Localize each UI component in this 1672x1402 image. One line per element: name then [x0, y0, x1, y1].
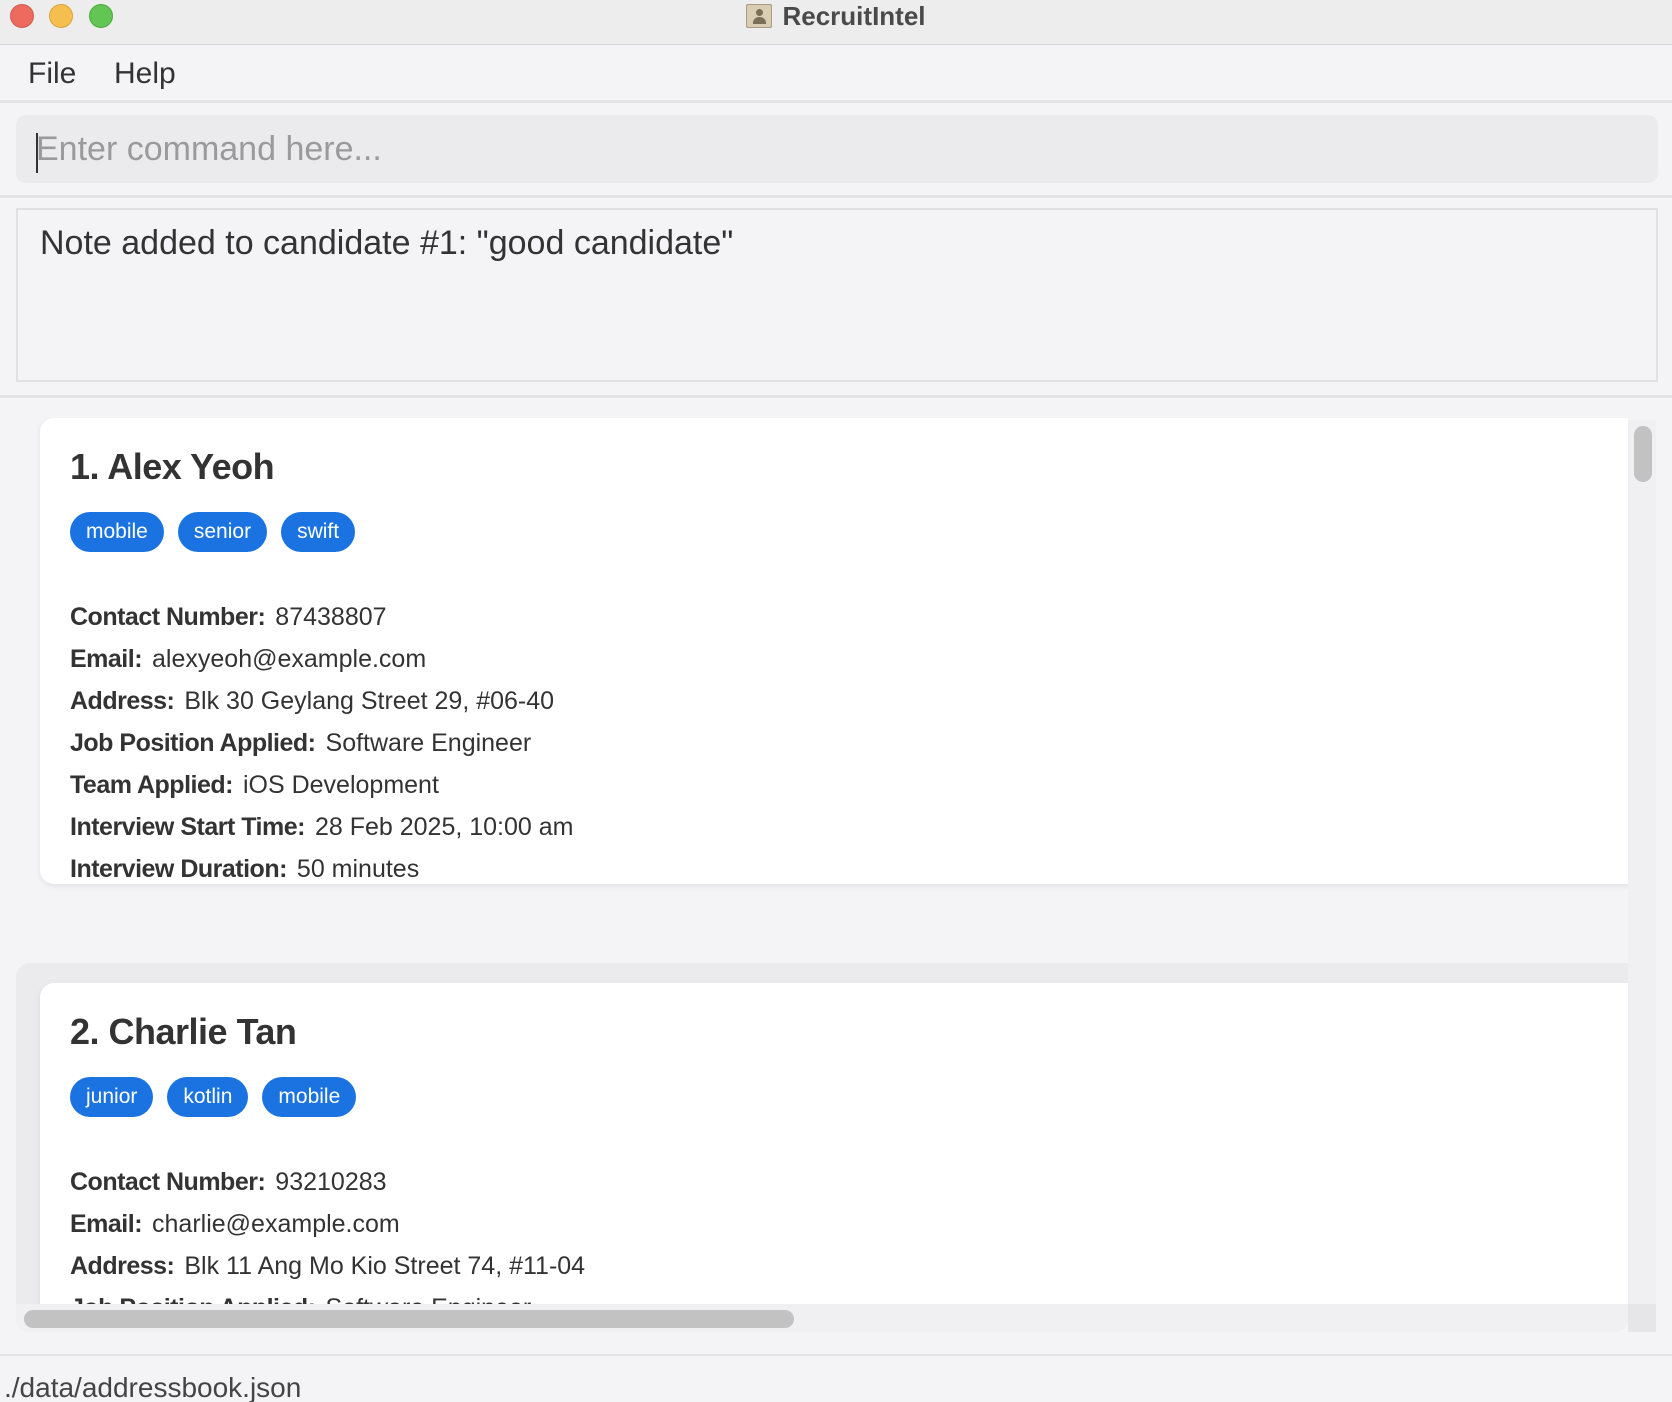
field-label: Email:: [70, 645, 143, 673]
contact-number-field: Contact Number: 87438807: [70, 596, 1610, 638]
field-value: alexyeoh@example.com: [152, 645, 427, 673]
field-value: Blk 30 Geylang Street 29, #06-40: [184, 687, 555, 715]
command-input[interactable]: [16, 115, 1658, 183]
email-field: Email: alexyeoh@example.com: [70, 638, 1610, 680]
field-label: Team Applied:: [70, 771, 233, 799]
contact-number-field: Contact Number: 93210283: [70, 1161, 1610, 1203]
tag: junior: [70, 1077, 154, 1117]
data-file-path: ./data/addressbook.json: [4, 1372, 302, 1402]
field-value: Software Engineer: [326, 1294, 532, 1304]
email-field: Email: charlie@example.com: [70, 1203, 1610, 1245]
horizontal-scrollbar-thumb[interactable]: [24, 1310, 794, 1328]
vertical-scrollbar[interactable]: [1628, 420, 1656, 1332]
tag: mobile: [70, 512, 164, 552]
result-text-area[interactable]: Note added to candidate #1: "good candid…: [16, 208, 1658, 382]
app-window: RecruitIntel File Help Note added to can…: [0, 0, 1672, 1402]
interview-duration-field: Interview Duration: 50 minutes: [70, 848, 1610, 890]
field-value: 93210283: [275, 1168, 387, 1196]
candidate-details: Contact Number: 93210283 Email: charlie@ex…: [70, 1161, 1610, 1304]
tag-list: mobile senior swift: [70, 512, 1610, 552]
field-label: Contact Number:: [70, 603, 266, 631]
result-message: Note added to candidate #1: "good candid…: [40, 224, 734, 262]
list-item[interactable]: 2. Charlie Tan junior kotlin mobile Cont…: [16, 963, 1628, 1304]
candidate-list[interactable]: 1. Alex Yeoh mobile senior swift Contact…: [16, 418, 1656, 1334]
tag: senior: [177, 512, 268, 552]
job-position-field: Job Position Applied: Software Engineer: [70, 1287, 1610, 1304]
candidate-card[interactable]: 2. Charlie Tan junior kotlin mobile Cont…: [40, 983, 1628, 1304]
status-bar: ./data/addressbook.json: [0, 1354, 1672, 1402]
window-title-area: RecruitIntel: [0, 0, 1672, 32]
candidate-list-viewport: 1. Alex Yeoh mobile senior swift Contact…: [16, 418, 1628, 1304]
menu-file[interactable]: File: [28, 57, 76, 91]
vertical-scrollbar-thumb[interactable]: [1634, 426, 1652, 482]
field-value: Software Engineer: [325, 729, 532, 757]
tag: kotlin: [167, 1077, 249, 1117]
field-label: Job Position Applied:: [70, 1294, 316, 1304]
field-value: charlie@example.com: [152, 1210, 400, 1238]
command-box: [0, 103, 1672, 198]
field-label: Job Position Applied:: [70, 729, 316, 757]
address-field: Address: Blk 30 Geylang Street 29, #06-40: [70, 680, 1610, 722]
list-item[interactable]: 1. Alex Yeoh mobile senior swift Contact…: [16, 418, 1628, 908]
team-applied-field: Team Applied: iOS Development: [70, 764, 1610, 806]
menu-bar: File Help: [0, 45, 1672, 103]
result-display: Note added to candidate #1: "good candid…: [0, 198, 1672, 398]
interview-start-field: Interview Start Time: 28 Feb 2025, 10:00 …: [70, 806, 1610, 848]
field-value: 87438807: [275, 603, 387, 631]
candidate-details: Contact Number: 87438807 Email: alexyeoh@e…: [70, 596, 1610, 890]
candidate-name: 1. Alex Yeoh: [70, 446, 275, 487]
text-caret: [36, 133, 38, 173]
candidate-card[interactable]: 1. Alex Yeoh mobile senior swift Contact…: [40, 418, 1628, 884]
field-label: Address:: [70, 1252, 175, 1280]
contacts-app-icon: [746, 4, 773, 28]
field-value: 28 Feb 2025, 10:00 am: [314, 813, 574, 841]
field-label: Interview Duration:: [70, 855, 287, 883]
field-label: Interview Start Time:: [70, 813, 305, 841]
address-field: Address: Blk 11 Ang Mo Kio Street 74, #11…: [70, 1245, 1610, 1287]
scrollbar-corner: [1628, 1304, 1656, 1332]
field-value: iOS Development: [242, 771, 439, 799]
job-position-field: Job Position Applied: Software Engineer: [70, 722, 1610, 764]
title-bar[interactable]: RecruitIntel: [0, 0, 1672, 45]
menu-help[interactable]: Help: [114, 57, 176, 91]
field-value: 50 minutes: [296, 855, 420, 883]
field-value: Blk 11 Ang Mo Kio Street 74, #11-04: [184, 1252, 586, 1280]
field-label: Address:: [70, 687, 175, 715]
field-label: Email:: [70, 1210, 143, 1238]
window-title: RecruitIntel: [782, 0, 926, 31]
tag: swift: [281, 512, 356, 552]
tag: mobile: [262, 1077, 357, 1117]
tag-list: junior kotlin mobile: [70, 1077, 1610, 1117]
candidate-name: 2. Charlie Tan: [70, 1011, 297, 1052]
field-label: Contact Number:: [70, 1168, 266, 1196]
